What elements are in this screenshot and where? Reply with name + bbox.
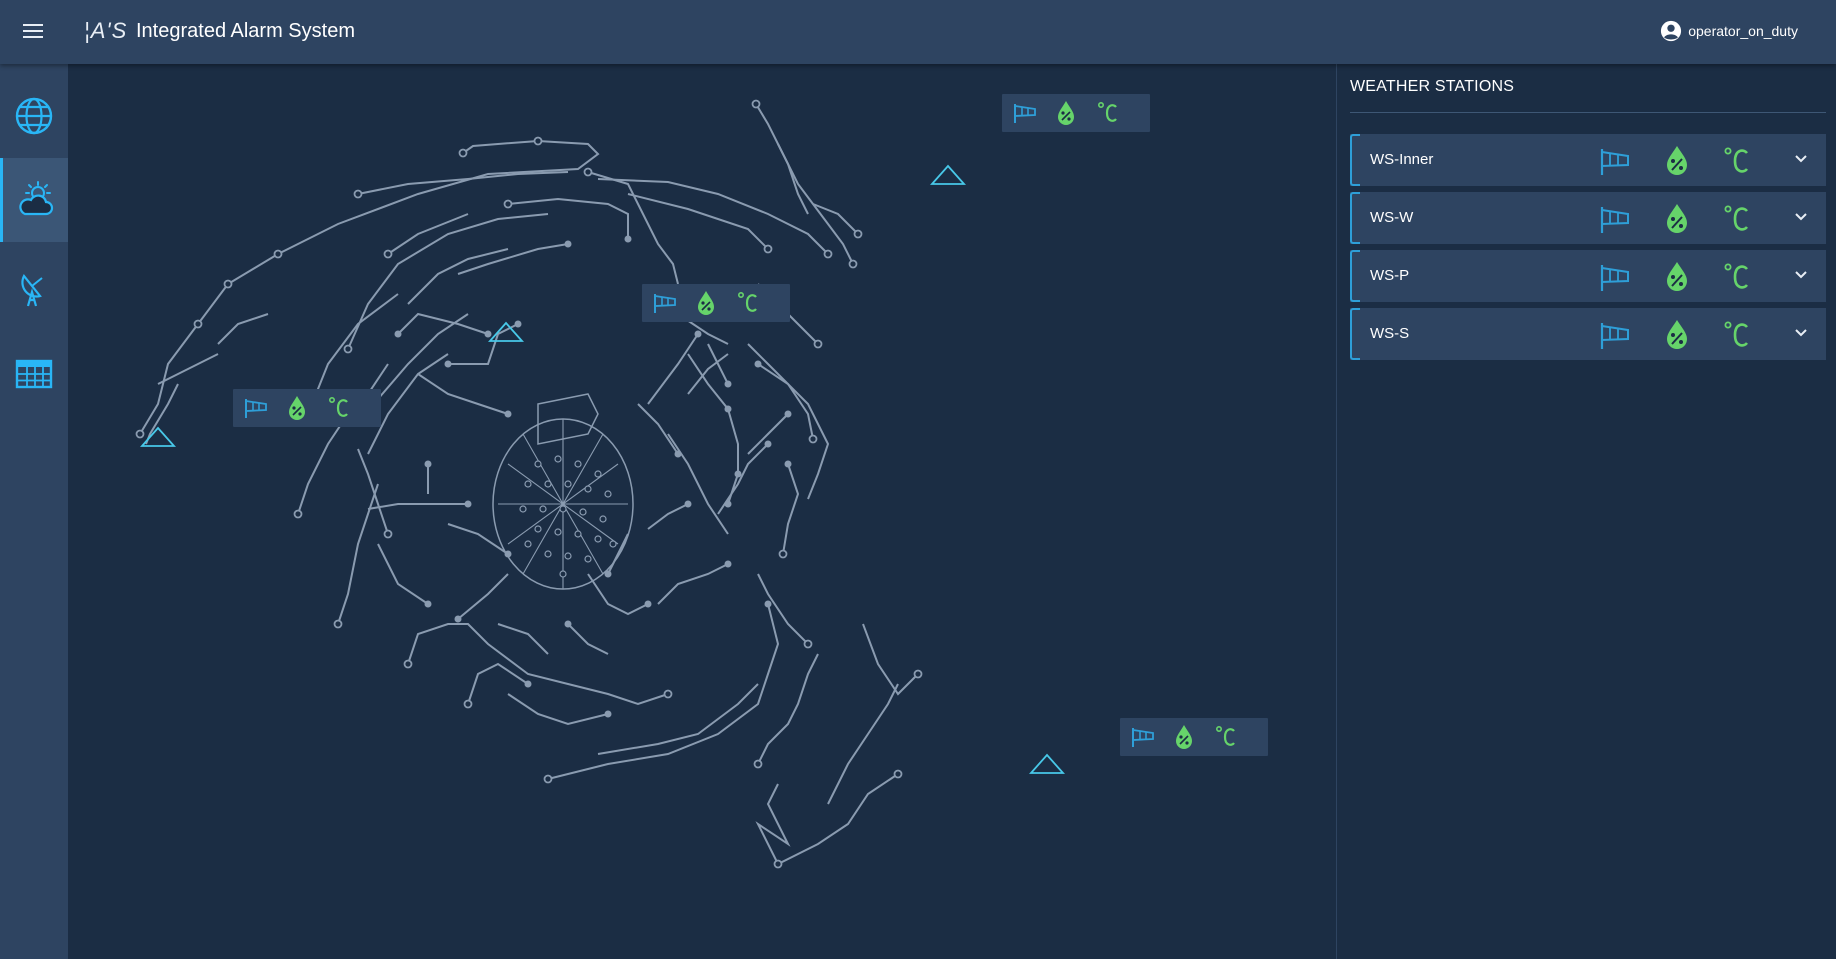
top-bar: ¦A'S Integrated Alarm System operator_on…	[0, 0, 1836, 64]
status-bar	[1350, 250, 1360, 302]
station-row-ws-inner[interactable]: WS-Inner	[1350, 134, 1826, 186]
wind-icon	[243, 395, 272, 421]
humidity-icon	[286, 395, 315, 421]
station-row-ws-p[interactable]: WS-P	[1350, 250, 1826, 302]
temperature-icon	[328, 395, 357, 421]
humidity-icon	[695, 290, 724, 316]
globe-icon	[15, 97, 53, 135]
nav-table[interactable]	[0, 332, 68, 416]
antenna-icon	[21, 273, 43, 307]
status-bar	[1350, 308, 1360, 360]
temperature-icon	[737, 290, 766, 316]
chevron-down-icon[interactable]	[1794, 326, 1808, 340]
temperature-icon	[1097, 100, 1126, 126]
temperature-icon	[1724, 321, 1749, 347]
wind-icon	[1130, 724, 1159, 750]
nav-antennas[interactable]	[0, 248, 68, 332]
status-bar	[1350, 134, 1360, 186]
wind-icon	[1600, 207, 1629, 233]
antenna-pads	[135, 99, 923, 869]
weather-icon	[18, 181, 53, 216]
wind-icon	[1600, 149, 1629, 175]
station-row-ws-s[interactable]: WS-S	[1350, 308, 1826, 360]
panel-divider	[1350, 112, 1826, 113]
station-name: WS-Inner	[1370, 151, 1434, 168]
table-icon	[15, 359, 53, 389]
humidity-icon	[1667, 146, 1687, 175]
humidity-icon	[1667, 262, 1687, 291]
app-logo: ¦A'S	[84, 18, 128, 43]
wind-icon	[1600, 323, 1629, 349]
humidity-icon	[1055, 100, 1084, 126]
station-tag-ws-inner[interactable]	[642, 284, 790, 322]
user-name: operator_on_duty	[1688, 23, 1798, 39]
wind-icon	[652, 290, 681, 316]
temperature-icon	[1724, 263, 1749, 289]
station-tag-ws-p[interactable]	[1002, 94, 1150, 132]
wind-icon	[1600, 265, 1629, 291]
sidebar	[0, 64, 68, 959]
station-tag-ws-s[interactable]	[1120, 718, 1268, 756]
temperature-icon	[1724, 205, 1749, 231]
chevron-down-icon[interactable]	[1794, 268, 1808, 282]
station-marker-ws-w[interactable]	[140, 426, 176, 448]
account-icon	[1661, 20, 1682, 42]
nav-weather[interactable]	[0, 158, 68, 242]
station-row-ws-w[interactable]: WS-W	[1350, 192, 1826, 244]
chevron-down-icon[interactable]	[1794, 210, 1808, 224]
station-tag-ws-w[interactable]	[233, 389, 381, 427]
station-name: WS-S	[1370, 325, 1410, 342]
station-name: WS-W	[1370, 209, 1414, 226]
station-marker-ws-inner[interactable]	[488, 321, 524, 343]
station-marker-ws-s[interactable]	[1029, 753, 1065, 775]
temperature-icon	[1215, 724, 1244, 750]
wind-icon	[1012, 100, 1041, 126]
array-map[interactable]	[68, 64, 1336, 959]
menu-icon[interactable]	[20, 20, 46, 44]
nav-overview[interactable]	[0, 74, 68, 158]
weather-stations-panel: WEATHER STATIONS WS-Inner WS-W WS-P WS-S	[1336, 64, 1836, 959]
status-bar	[1350, 192, 1360, 244]
humidity-icon	[1173, 724, 1202, 750]
panel-title: WEATHER STATIONS	[1350, 78, 1515, 95]
chevron-down-icon[interactable]	[1794, 152, 1808, 166]
station-marker-ws-p[interactable]	[930, 164, 966, 186]
temperature-icon	[1724, 147, 1749, 173]
app-title: Integrated Alarm System	[136, 20, 355, 42]
station-name: WS-P	[1370, 267, 1410, 284]
humidity-icon	[1667, 320, 1687, 349]
user-menu[interactable]: operator_on_duty	[1660, 20, 1798, 42]
humidity-icon	[1667, 204, 1687, 233]
